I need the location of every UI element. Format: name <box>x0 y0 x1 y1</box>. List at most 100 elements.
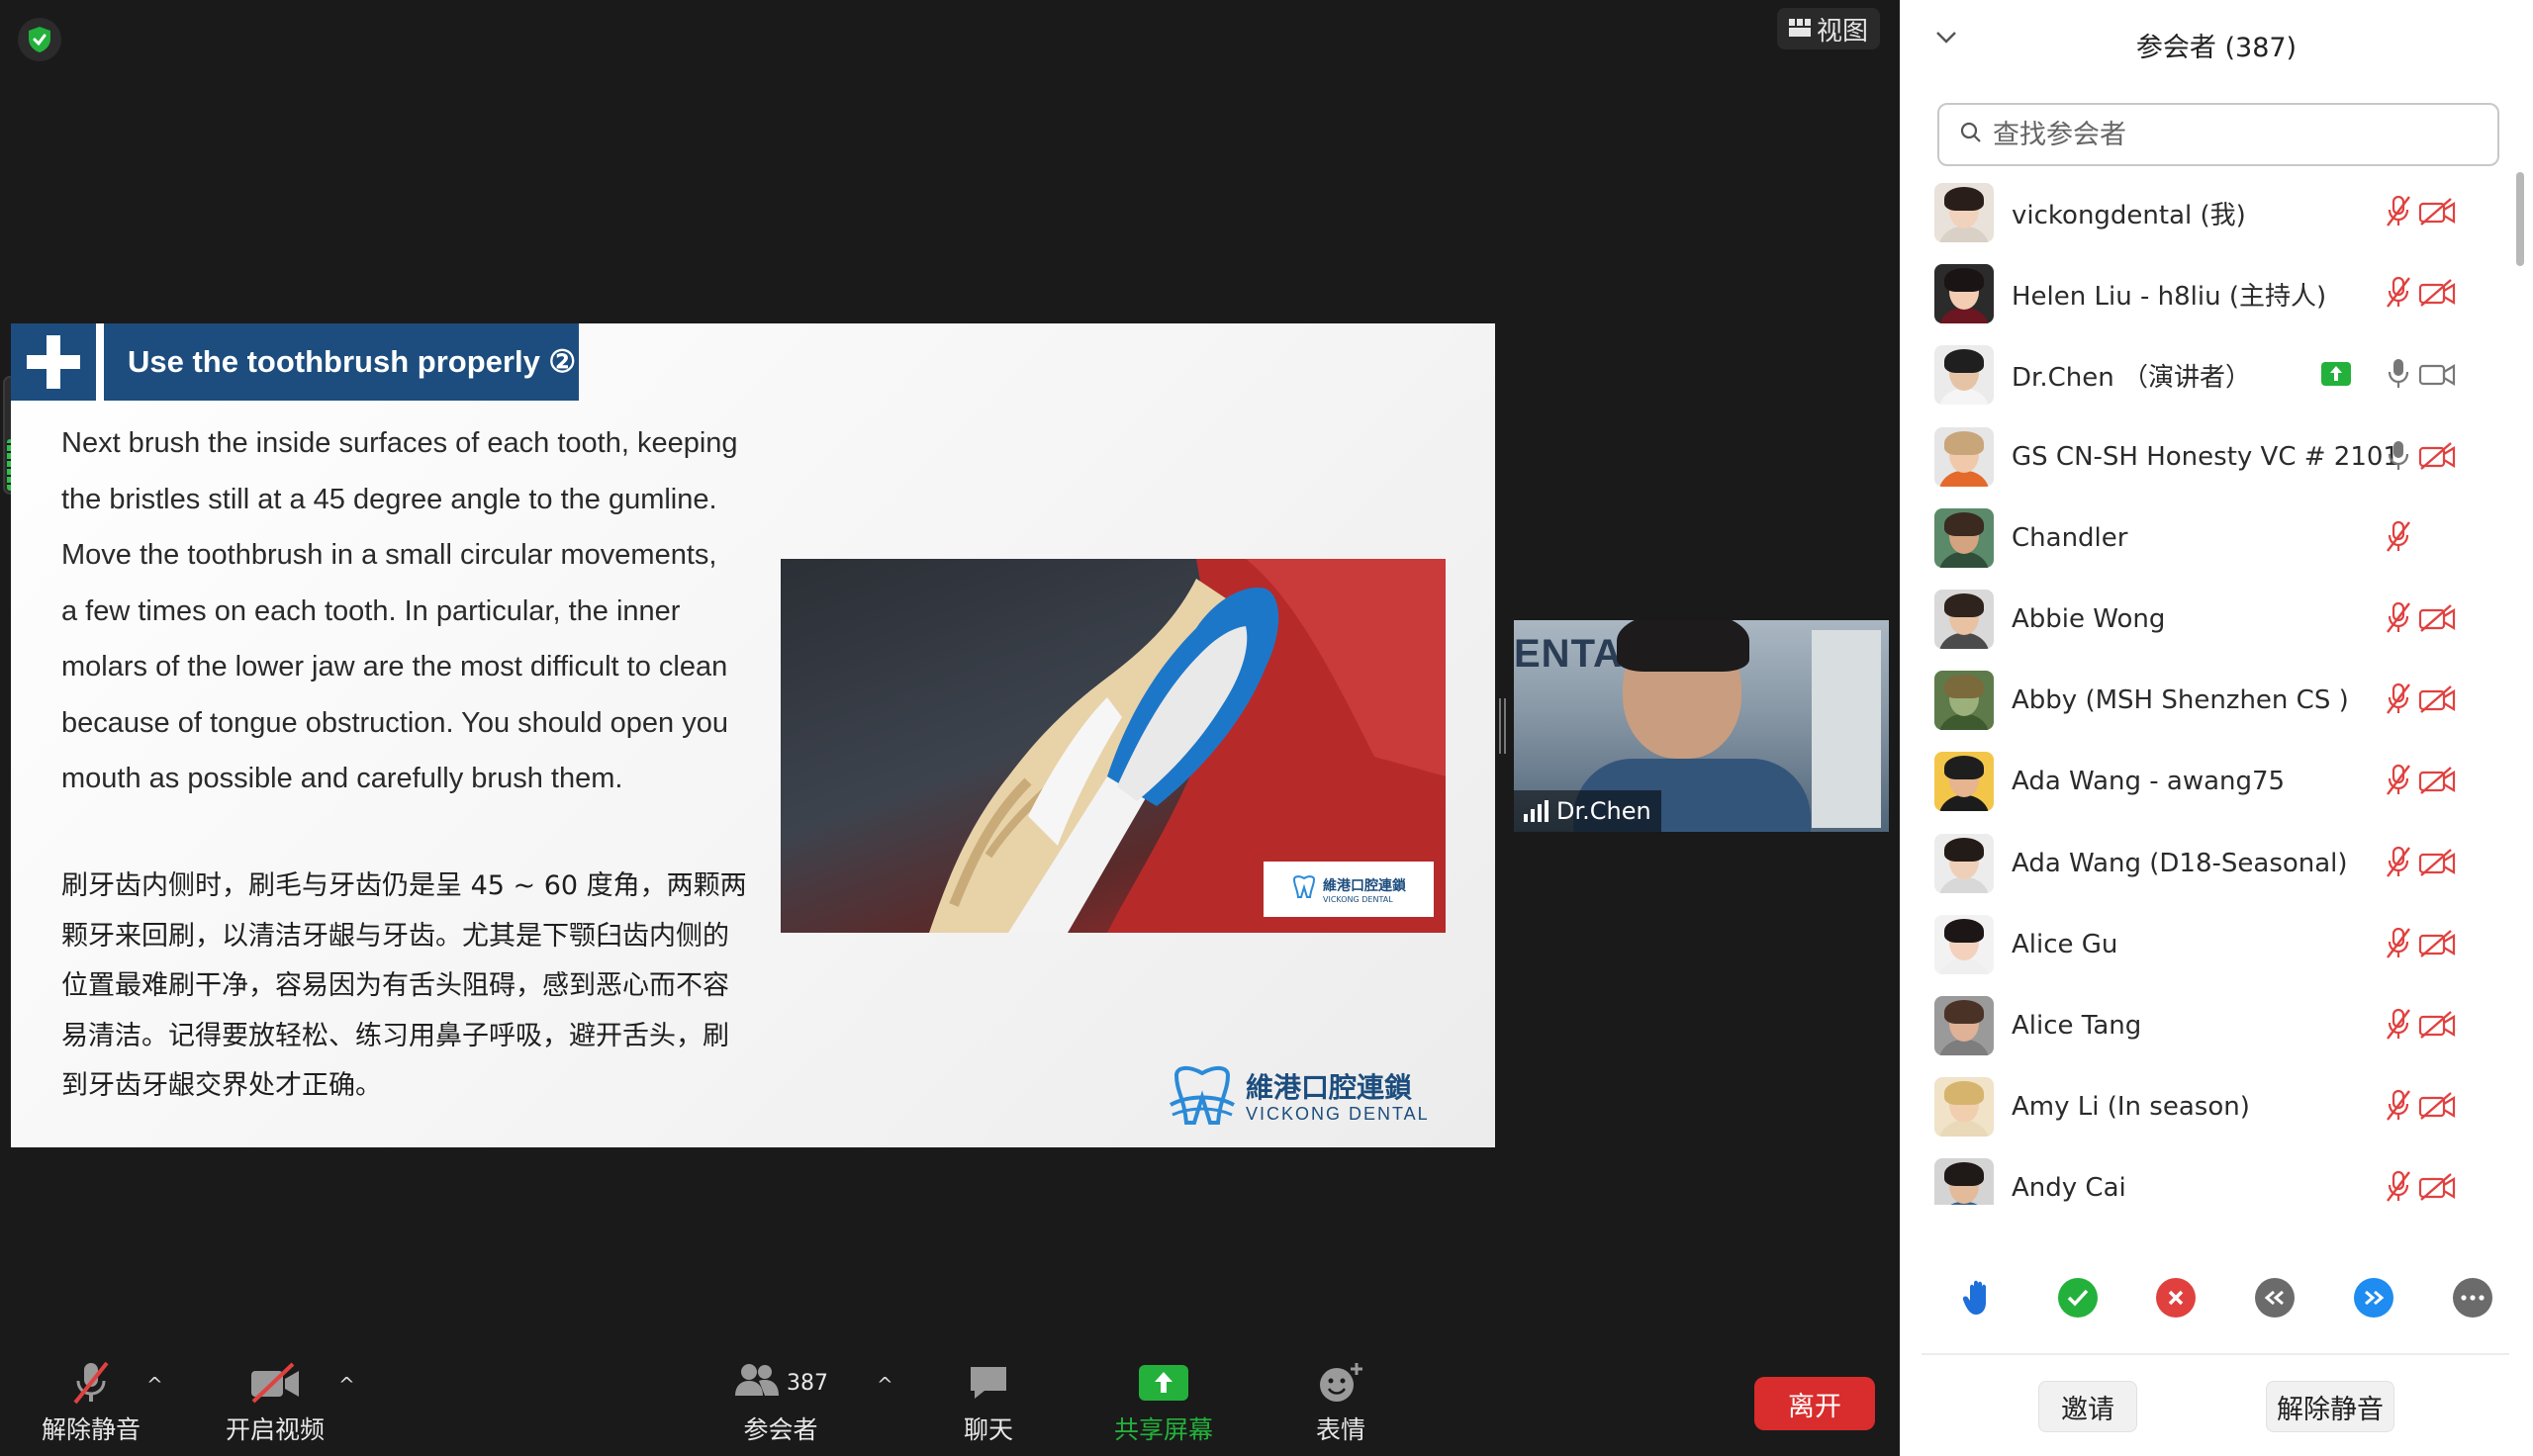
speaker-name-tag: Dr.Chen <box>1514 790 1661 832</box>
video-on-icon <box>2418 359 2456 393</box>
reactions-button[interactable]: 表情 <box>1266 1357 1415 1452</box>
speaker-video-tile[interactable]: ENTA Dr.Chen <box>1514 620 1889 832</box>
participant-search-input[interactable] <box>1993 119 2468 150</box>
mic-muted-icon[interactable] <box>2385 1169 2412 1205</box>
participant-status-icons <box>1900 926 2493 965</box>
mic-muted-icon[interactable] <box>2385 1088 2412 1126</box>
video-options-caret[interactable]: ^ <box>338 1373 355 1397</box>
resize-handle[interactable] <box>1498 698 1506 754</box>
participants-scrollbar[interactable] <box>2513 172 2527 1205</box>
mic-icon[interactable] <box>2385 438 2412 476</box>
video-off-icon <box>2418 1172 2456 1205</box>
mic-muted-icon[interactable] <box>2385 600 2412 638</box>
zh-line: 易清洁。记得要放轻松、练习用鼻子呼吸，避开舌头，刷 <box>61 1020 729 1051</box>
participants-button[interactable]: 387 参会者 <box>706 1357 855 1452</box>
vickong-dental-logo: 維港口腔連鎖 VICKONG DENTAL <box>1169 1065 1455 1131</box>
participant-status-icons <box>1900 845 2493 884</box>
invite-button[interactable]: 邀请 <box>2038 1381 2137 1432</box>
participant-row[interactable]: Helen Liu - h8liu (主持人) <box>1900 253 2513 334</box>
raise-hand-icon[interactable] <box>1959 1278 1999 1318</box>
en-line: the bristles still at a 45 degree angle … <box>61 483 717 515</box>
photo-logo-en: VICKONG DENTAL <box>1323 894 1393 904</box>
participant-status-icons <box>1900 600 2493 640</box>
start-video-button[interactable]: 开启视频 <box>201 1357 349 1452</box>
view-button[interactable]: 视图 <box>1777 8 1880 49</box>
speaker-name: Dr.Chen <box>1556 797 1651 825</box>
participant-row[interactable]: Abbie Wong <box>1900 579 2513 660</box>
participant-row[interactable]: GS CN-SH Honesty VC # 2101 <box>1900 416 2513 498</box>
toothbrush-illustration: 維港口腔連鎖 VICKONG DENTAL <box>781 559 1446 933</box>
meeting-stage: 视图 Use the toothbrush properly ② Next br… <box>0 0 1900 1456</box>
emoji-add-icon <box>1317 1357 1364 1409</box>
no-x-icon[interactable] <box>2156 1278 2196 1318</box>
video-off-icon <box>2418 766 2456 799</box>
start-video-label: 开启视频 <box>225 1415 325 1444</box>
chat-bubble-icon <box>967 1357 1010 1409</box>
mic-muted-icon[interactable] <box>2385 519 2412 557</box>
participant-status-icons <box>1900 1169 2493 1205</box>
participant-status-icons <box>1900 275 2493 315</box>
panel-divider <box>1922 1353 2509 1355</box>
participant-row[interactable]: Chandler <box>1900 498 2513 579</box>
participant-row[interactable]: vickongdental (我) <box>1900 172 2513 253</box>
en-line: because of tongue obstruction. You shoul… <box>61 706 728 739</box>
chat-button[interactable]: 聊天 <box>914 1357 1063 1452</box>
slide-english-text: Next brush the inside surfaces of each t… <box>61 415 794 807</box>
video-off-icon <box>2418 197 2456 230</box>
panel-unmute-button[interactable]: 解除静音 <box>2266 1381 2394 1432</box>
scrollbar-thumb[interactable] <box>2516 172 2524 266</box>
mic-muted-icon[interactable] <box>2385 275 2412 313</box>
slide-title: Use the toothbrush properly ② <box>104 323 579 401</box>
participants-options-caret[interactable]: ^ <box>877 1373 893 1397</box>
go-faster-icon[interactable] <box>2354 1278 2393 1318</box>
mic-muted-icon[interactable] <box>2385 926 2412 963</box>
participant-row[interactable]: Ada Wang - awang75 <box>1900 741 2513 822</box>
security-shield-icon[interactable] <box>18 18 61 61</box>
yes-check-icon[interactable] <box>2058 1278 2098 1318</box>
en-line: Next brush the inside surfaces of each t… <box>61 427 738 459</box>
participant-status-icons <box>1900 763 2493 802</box>
video-background-shelf <box>1812 630 1881 828</box>
tooth-logo-icon <box>1169 1065 1236 1131</box>
participant-row[interactable]: Andy Cai <box>1900 1147 2513 1205</box>
reactions-label: 表情 <box>1315 1415 1365 1444</box>
video-background-text: ENTA <box>1514 632 1623 676</box>
signal-strength-icon <box>1524 800 1548 822</box>
speaker-hair <box>1617 620 1749 672</box>
leave-button[interactable]: 离开 <box>1754 1377 1875 1430</box>
participant-search-box[interactable] <box>1937 103 2499 166</box>
grid-view-icon <box>1788 14 1811 44</box>
mic-muted-icon[interactable] <box>2385 1007 2412 1045</box>
participant-row[interactable]: Alice Tang <box>1900 985 2513 1066</box>
mic-muted-icon[interactable] <box>2385 845 2412 882</box>
sharing-screen-icon <box>2321 362 2351 390</box>
brand-name-cn: 維港口腔連鎖 <box>1246 1070 1413 1104</box>
unmute-button[interactable]: 解除静音 <box>17 1357 165 1452</box>
mic-muted-icon[interactable] <box>2385 194 2412 231</box>
go-slower-icon[interactable] <box>2255 1278 2295 1318</box>
participant-status-icons <box>1900 438 2493 478</box>
video-off-icon <box>2418 1091 2456 1125</box>
audio-options-caret[interactable]: ^ <box>146 1373 163 1397</box>
participants-label: 参会者 <box>743 1415 818 1444</box>
participant-row[interactable]: Abby (MSH Shenzhen CS ) <box>1900 660 2513 741</box>
zh-line: 位置最难刷干净，容易因为有舌头阻碍，感到恶心而不容 <box>61 970 729 1001</box>
participant-row[interactable]: Alice Gu <box>1900 904 2513 985</box>
mic-muted-icon[interactable] <box>2385 682 2412 719</box>
tooth-logo-icon <box>1291 875 1317 903</box>
video-off-icon <box>2418 848 2456 881</box>
participant-row[interactable]: Amy Li (In season) <box>1900 1066 2513 1147</box>
en-line: Move the toothbrush in a small circular … <box>61 539 717 571</box>
panel-title: 参会者 (387) <box>2135 32 2298 63</box>
participant-row[interactable]: Dr.Chen （演讲者） <box>1900 334 2513 415</box>
mic-muted-icon[interactable] <box>2385 763 2412 800</box>
participant-status-icons <box>1900 1088 2493 1128</box>
participant-row[interactable]: Ada Wang (D18-Seasonal) <box>1900 823 2513 904</box>
mic-icon[interactable] <box>2385 356 2412 394</box>
en-line: a few times on each tooth. In particular… <box>61 594 681 627</box>
nonverbal-reactions-bar <box>1900 1264 2533 1333</box>
more-reactions-icon[interactable] <box>2453 1278 2492 1318</box>
photo-watermark-logo: 維港口腔連鎖 VICKONG DENTAL <box>1264 862 1434 917</box>
participants-icon <box>733 1362 781 1404</box>
share-screen-button[interactable]: 共享屏幕 <box>1089 1357 1238 1452</box>
